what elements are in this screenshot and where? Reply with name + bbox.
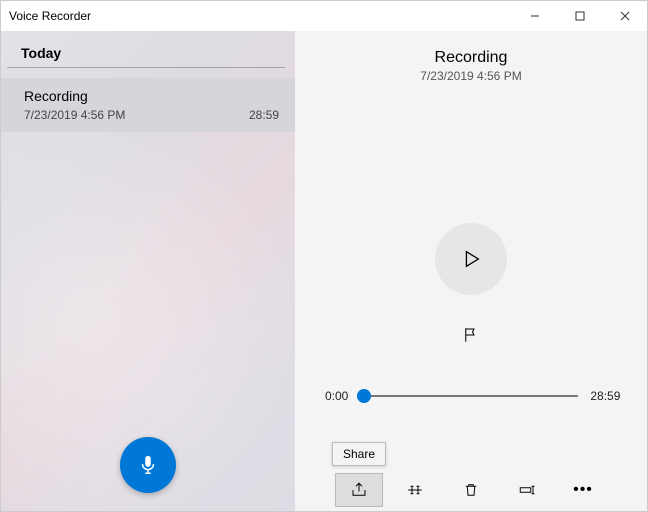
microphone-icon [137,454,159,476]
recording-datetime: 7/23/2019 4:56 PM [24,108,125,122]
seek-track[interactable] [364,395,579,397]
record-button[interactable] [120,437,176,493]
bottom-toolbar: Share [295,467,647,511]
app-window: Voice Recorder Today Recording 7/23/2019… [0,0,648,512]
play-button[interactable] [435,223,507,295]
seek-thumb[interactable] [357,389,371,403]
detail-title: Recording [420,49,521,67]
app-title: Voice Recorder [9,9,91,23]
delete-button[interactable] [447,473,495,507]
detail-pane: Recording 7/23/2019 4:56 PM 0:00 [295,31,647,511]
rename-icon [518,481,536,499]
recordings-sidebar: Today Recording 7/23/2019 4:56 PM 28:59 [1,31,295,511]
content: Today Recording 7/23/2019 4:56 PM 28:59 [1,31,647,511]
recording-meta: 7/23/2019 4:56 PM 28:59 [24,108,279,122]
add-marker-button[interactable] [459,323,483,347]
detail-header: Recording 7/23/2019 4:56 PM [420,49,521,83]
play-icon [460,248,482,270]
trash-icon [462,481,480,499]
total-time: 28:59 [588,389,622,403]
flag-icon [462,326,480,344]
rename-button[interactable] [503,473,551,507]
maximize-button[interactable] [557,1,602,31]
share-icon [350,481,368,499]
titlebar: Voice Recorder [1,1,647,31]
share-button[interactable]: Share [335,473,383,507]
section-header-today: Today [7,31,285,68]
detail-datetime: 7/23/2019 4:56 PM [420,69,521,83]
recording-duration: 28:59 [249,108,279,122]
close-button[interactable] [602,1,647,31]
trim-button[interactable] [391,473,439,507]
trim-icon [406,481,424,499]
more-button[interactable]: ••• [559,473,607,507]
list-item[interactable]: Recording 7/23/2019 4:56 PM 28:59 [1,78,295,132]
share-tooltip: Share [332,442,386,466]
recording-title: Recording [24,88,279,104]
minimize-button[interactable] [512,1,557,31]
current-time: 0:00 [320,389,354,403]
playback-timeline: 0:00 28:59 [320,389,623,403]
